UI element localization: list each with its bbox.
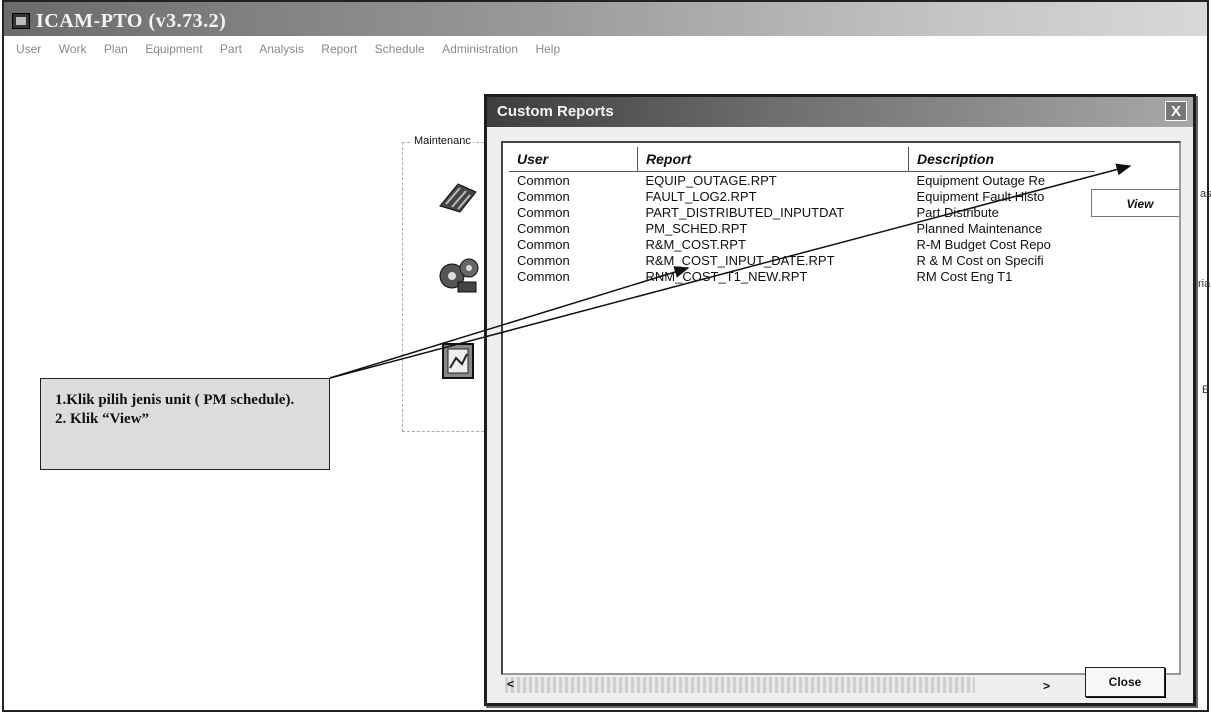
table-row[interactable]: Common R&M_COST.RPT R-M Budget Cost Repo: [509, 236, 1095, 252]
table-row[interactable]: Common PART_DISTRIBUTED_INPUTDAT Part Di…: [509, 204, 1095, 220]
cell-description: RM Cost Eng T1: [916, 268, 1013, 284]
dialog-title: Custom Reports: [497, 103, 614, 120]
menu-help[interactable]: Help: [535, 42, 560, 56]
cell-description: Planned Maintenance: [916, 220, 1043, 236]
cell-description: Equipment Fault Histo: [916, 188, 1045, 204]
cell-user: Common: [517, 188, 570, 204]
menu-report[interactable]: Report: [321, 42, 357, 56]
callout-step-2: 2. Klik “View”: [55, 411, 150, 427]
equipment-icon[interactable]: [436, 176, 480, 216]
parts-icon[interactable]: [436, 254, 484, 298]
menu-administration[interactable]: Administration: [442, 42, 518, 56]
reports-table: User Report Description Common EQUIP_OUT…: [509, 147, 1095, 284]
cell-report: FAULT_LOG2.RPT: [645, 188, 757, 204]
close-button[interactable]: Close: [1085, 667, 1165, 697]
scroll-right-arrow-icon[interactable]: >: [1043, 679, 1050, 693]
reports-list[interactable]: User Report Description Common EQUIP_OUT…: [501, 141, 1181, 675]
cell-report: EQUIP_OUTAGE.RPT: [645, 172, 777, 188]
table-row[interactable]: Common PM_SCHED.RPT Planned Maintenance: [509, 220, 1095, 236]
scroll-left-arrow-icon[interactable]: <: [507, 677, 514, 691]
maintenance-group-label: Maintenanc: [412, 135, 473, 147]
cell-report: RNM_COST_T1_NEW.RPT: [645, 268, 808, 284]
menu-equipment[interactable]: Equipment: [145, 42, 202, 56]
menu-analysis[interactable]: Analysis: [259, 42, 304, 56]
column-header-user[interactable]: User: [509, 147, 638, 172]
table-row[interactable]: Common RNM_COST_T1_NEW.RPT RM Cost Eng T…: [509, 268, 1095, 284]
report-icon[interactable]: [440, 340, 478, 382]
cell-user: Common: [517, 172, 570, 188]
cell-description: R-M Budget Cost Repo: [916, 236, 1051, 252]
column-header-description[interactable]: Description: [908, 147, 1095, 172]
cell-report: R&M_COST.RPT: [645, 236, 746, 252]
table-row[interactable]: Common R&M_COST_INPUT_DATE.RPT R & M Cos…: [509, 252, 1095, 268]
cell-user: Common: [517, 204, 570, 220]
cell-user: Common: [517, 252, 570, 268]
edge-text: ria: [1198, 278, 1211, 290]
menu-work[interactable]: Work: [59, 42, 87, 56]
cell-report: R&M_COST_INPUT_DATE.RPT: [645, 252, 835, 268]
cell-description: Equipment Outage Re: [916, 172, 1046, 188]
column-header-report[interactable]: Report: [637, 147, 909, 172]
table-row[interactable]: Common FAULT_LOG2.RPT Equipment Fault Hi…: [509, 188, 1095, 204]
dialog-close-icon[interactable]: X: [1165, 101, 1187, 121]
table-row[interactable]: Common EQUIP_OUTAGE.RPT Equipment Outage…: [509, 172, 1095, 189]
menu-user[interactable]: User: [16, 42, 41, 56]
horizontal-scrollbar[interactable]: [505, 677, 975, 693]
app-titlebar: ICAM-PTO (v3.73.2): [4, 2, 1207, 36]
app-icon: [12, 13, 30, 29]
edge-text: E: [1202, 384, 1210, 396]
menu-plan[interactable]: Plan: [104, 42, 128, 56]
cell-user: Common: [517, 268, 570, 284]
cell-user: Common: [517, 220, 570, 236]
cell-description: Part Distribute: [916, 204, 999, 220]
custom-reports-dialog: Custom Reports X User Report Description…: [484, 94, 1196, 706]
dialog-titlebar[interactable]: Custom Reports X: [487, 97, 1193, 127]
menu-bar: User Work Plan Equipment Part Analysis R…: [4, 42, 1207, 64]
menu-schedule[interactable]: Schedule: [375, 42, 425, 56]
cell-user: Common: [517, 236, 570, 252]
view-button[interactable]: View: [1091, 189, 1179, 217]
app-title: ICAM-PTO (v3.73.2): [36, 10, 227, 32]
cell-report: PM_SCHED.RPT: [645, 220, 748, 236]
instruction-callout: 1.Klik pilih jenis unit ( PM schedule). …: [40, 378, 330, 470]
callout-step-1: 1.Klik pilih jenis unit ( PM schedule).: [55, 392, 295, 408]
edge-text: asi: [1200, 188, 1211, 200]
cell-description: R & M Cost on Specifi: [916, 252, 1044, 268]
menu-part[interactable]: Part: [220, 42, 242, 56]
cell-report: PART_DISTRIBUTED_INPUTDAT: [645, 204, 845, 220]
